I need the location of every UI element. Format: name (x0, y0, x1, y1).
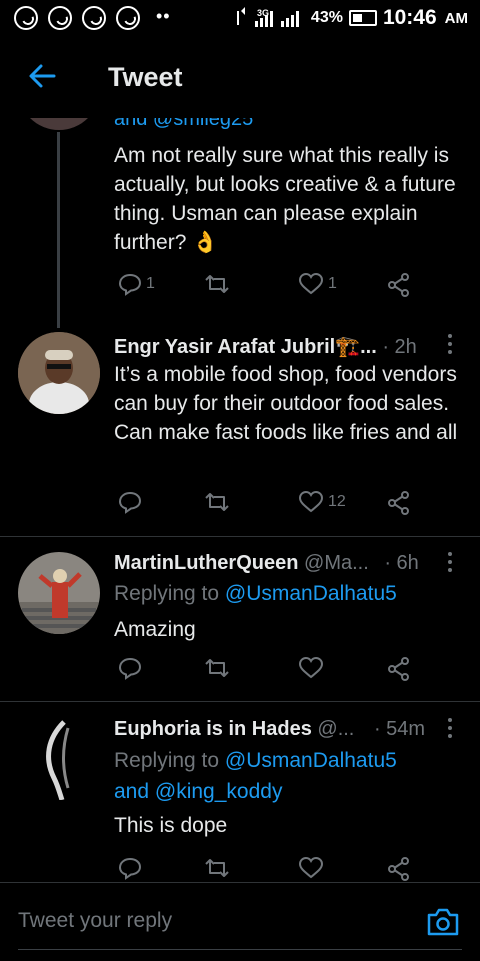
like-button[interactable]: 1 (298, 272, 337, 296)
avatar[interactable] (18, 718, 100, 800)
camera-icon[interactable] (426, 907, 460, 937)
timestamp: · 6h (384, 552, 419, 574)
reply-input[interactable]: Tweet your reply (18, 909, 172, 933)
heart-icon (298, 490, 324, 513)
share-icon (388, 657, 409, 681)
retweet-button[interactable] (202, 490, 232, 514)
timestamp: · 54m (373, 718, 426, 740)
app-bar: Tweet (0, 38, 480, 118)
tweet-header: MartinLutherQueen @Ma... · 6h (114, 552, 419, 575)
tweet-actions (114, 656, 414, 684)
tweet-header: Engr Yasir Arafat Jubril🏗️... · 2h (114, 334, 417, 359)
tweet-text: Am not really sure what this really is a… (114, 144, 456, 254)
back-arrow-icon[interactable] (28, 62, 56, 90)
reply-icon (118, 273, 142, 296)
heart-icon (298, 856, 324, 879)
tweet-thread: and @smileg25 Am not really sure what th… (0, 0, 480, 881)
tweet-text: Amazing (114, 618, 196, 641)
timestamp: · 2h (382, 336, 417, 358)
reply-underline (18, 949, 462, 950)
retweet-icon (205, 859, 229, 877)
retweet-button[interactable] (202, 272, 232, 296)
display-name[interactable]: Engr Yasir Arafat Jubril🏗️... (114, 336, 377, 358)
reply-icon (118, 657, 142, 680)
tweet-actions (114, 856, 414, 884)
like-count: 1 (328, 275, 337, 292)
avatar[interactable] (18, 332, 100, 414)
retweet-icon (205, 659, 229, 677)
divider (0, 536, 480, 537)
reply-button[interactable] (118, 490, 146, 514)
share-button[interactable] (386, 490, 412, 516)
more-options-icon[interactable] (440, 718, 460, 738)
reply-button[interactable] (118, 656, 142, 680)
thread-line (57, 132, 60, 328)
replying-to-and: and (114, 780, 150, 803)
retweet-icon (205, 275, 229, 293)
retweet-button[interactable] (202, 856, 232, 880)
replying-to-handle-2[interactable]: @king_koddy (155, 780, 283, 803)
tweet-header: Euphoria is in Hades @... · 54m (114, 718, 425, 741)
tweet-actions: 12 (114, 490, 414, 518)
retweet-button[interactable] (202, 656, 232, 680)
reply-button[interactable] (118, 856, 142, 880)
share-button[interactable] (386, 856, 412, 882)
replying-to: Replying to @UsmanDalhatu5 and @king_kod… (114, 745, 464, 807)
like-button[interactable] (298, 856, 324, 880)
replying-to-label: Replying to (114, 582, 220, 605)
divider (0, 701, 480, 702)
more-options-icon[interactable] (440, 552, 460, 572)
reply-icon (118, 857, 142, 880)
like-button[interactable]: 12 (298, 490, 346, 514)
avatar-image (18, 718, 100, 800)
reply-icon (118, 491, 142, 514)
more-options-icon[interactable] (440, 334, 460, 354)
replying-to-label: Replying to (114, 749, 220, 772)
replying-to: Replying to @UsmanDalhatu5 (114, 582, 397, 606)
avatar[interactable] (18, 552, 100, 634)
share-icon (388, 491, 409, 515)
tweet-text: This is dope (114, 814, 228, 837)
replying-to-handle[interactable]: @UsmanDalhatu5 (225, 749, 397, 772)
share-icon (388, 273, 409, 297)
reply-count: 1 (146, 275, 155, 292)
username[interactable]: @... (317, 718, 354, 740)
like-button[interactable] (298, 656, 324, 680)
share-icon (388, 857, 409, 881)
heart-icon (298, 272, 324, 295)
replying-to-handle[interactable]: @UsmanDalhatu5 (225, 582, 397, 605)
share-button[interactable] (386, 656, 412, 682)
display-name[interactable]: MartinLutherQueen (114, 552, 298, 574)
avatar-image (18, 552, 100, 634)
display-name[interactable]: Euphoria is in Hades (114, 718, 312, 740)
avatar-image (18, 332, 100, 414)
reply-composer: Tweet your reply (0, 882, 480, 961)
tweet-actions: 1 1 (114, 272, 414, 300)
heart-icon (298, 656, 324, 679)
share-button[interactable] (386, 272, 412, 298)
username[interactable]: @Ma... (304, 552, 369, 574)
tweet-text: It’s a mobile food shop, food vendors ca… (114, 363, 458, 444)
page-title: Tweet (108, 62, 183, 92)
like-count: 12 (328, 493, 346, 510)
reply-button[interactable]: 1 (118, 272, 155, 296)
retweet-icon (205, 493, 229, 511)
